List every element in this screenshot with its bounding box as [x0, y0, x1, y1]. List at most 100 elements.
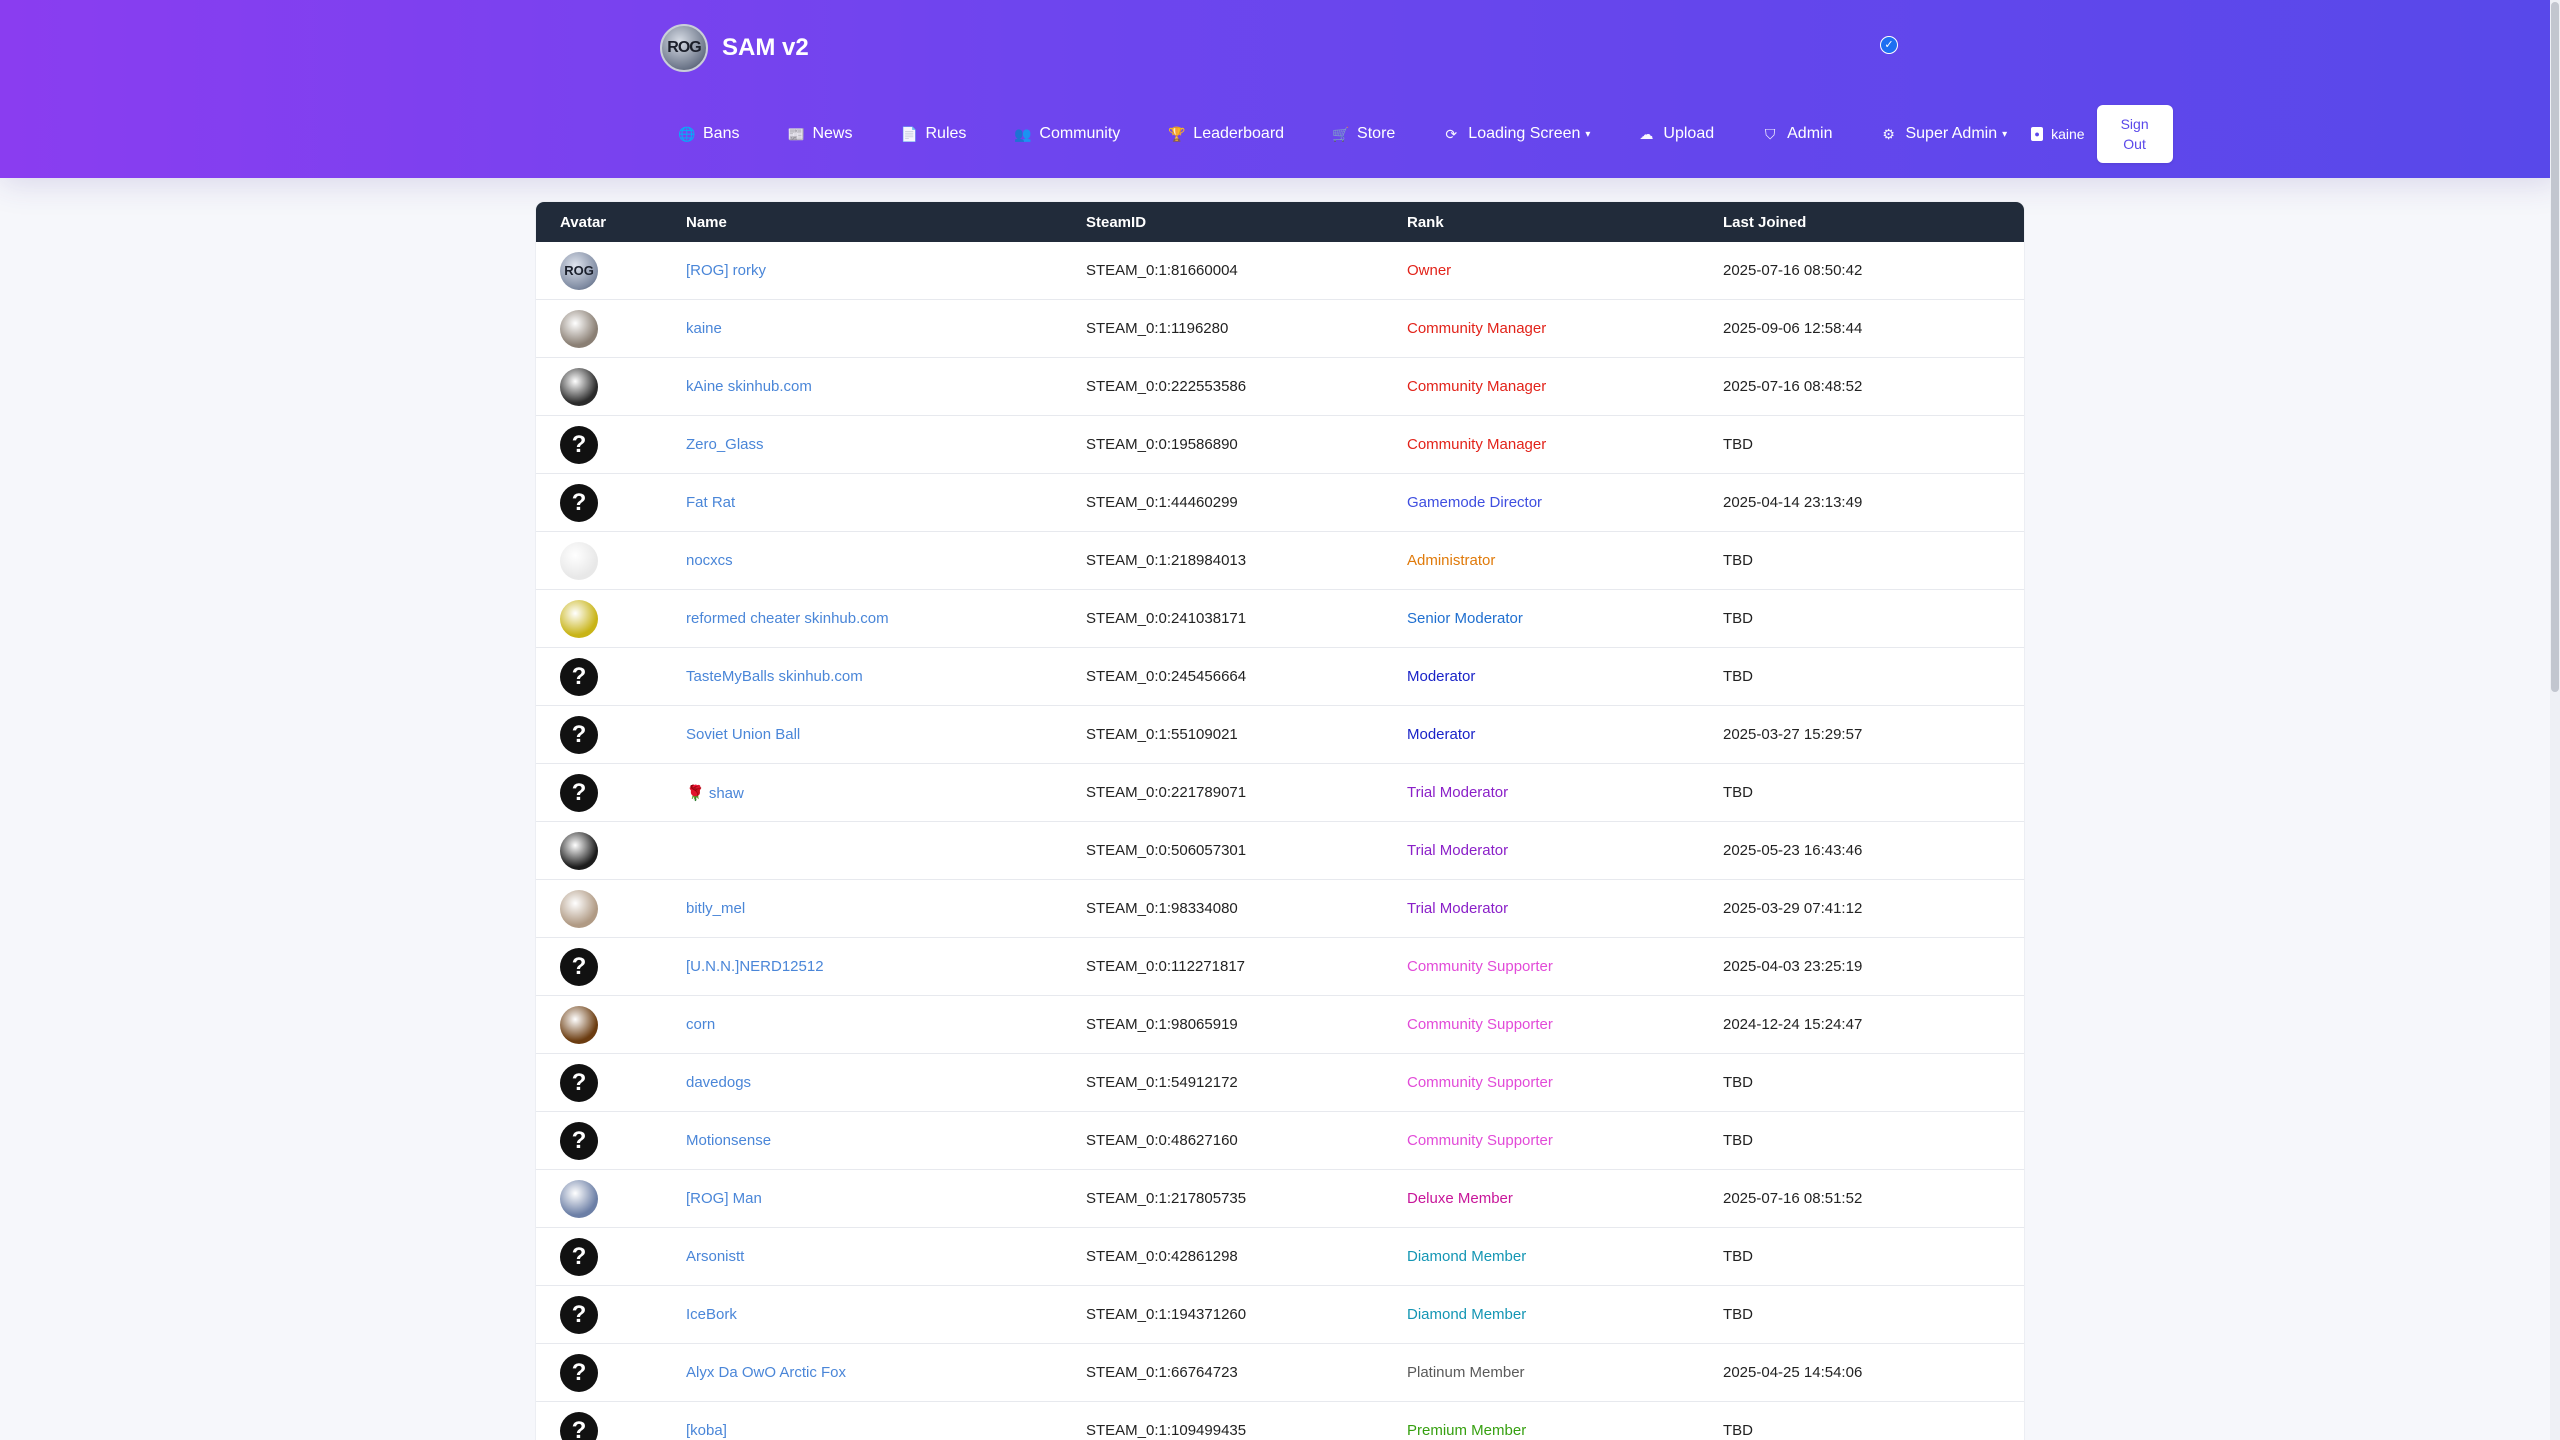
- table-row[interactable]: reformed cheater skinhub.com STEAM_0:0:24…: [536, 590, 2024, 648]
- table-row[interactable]: ? Arsonistt STEAM_0:0:42861298 Diamond Memb…: [536, 1228, 2024, 1286]
- default-avatar-icon[interactable]: ?: [560, 657, 598, 696]
- table-row[interactable]: ? Zero_Glass STEAM_0:0:19586890 Community M…: [536, 416, 2024, 474]
- name-cell: kaine: [686, 320, 1086, 337]
- verified-check-icon: ✓: [1880, 36, 1898, 54]
- default-avatar-icon[interactable]: ?: [560, 425, 598, 464]
- avatar[interactable]: [560, 831, 598, 870]
- avatar-cell: [536, 889, 686, 928]
- rank-cell: Community Manager: [1407, 436, 1547, 453]
- rank-cell: Premium Member: [1407, 1422, 1527, 1439]
- table-row[interactable]: kAine skinhub.com STEAM_0:0:222553586 Comm…: [536, 358, 2024, 416]
- nav-upload[interactable]: ☁ Upload: [1614, 104, 1738, 164]
- player-name-link[interactable]: Alyx Da OwO Arctic Fox: [686, 1364, 846, 1381]
- avatar[interactable]: [560, 599, 598, 638]
- player-name-link[interactable]: Arsonistt: [686, 1248, 744, 1265]
- avatar[interactable]: [560, 367, 598, 406]
- rank-cell: Community Supporter: [1407, 1132, 1553, 1149]
- player-name-link[interactable]: [ROG] Man: [686, 1190, 762, 1207]
- avatar[interactable]: ROG: [560, 251, 598, 290]
- table-body: ROG [ROG] rorky STEAM_0:1:81660004 Owner 202…: [536, 242, 2024, 1440]
- nav-super-admin[interactable]: ⚙ Super Admin ▾: [1856, 104, 2031, 164]
- table-row[interactable]: ? davedogs STEAM_0:1:54912172 Community Sup…: [536, 1054, 2024, 1112]
- player-name-link[interactable]: nocxcs: [686, 552, 733, 569]
- player-name-link[interactable]: [ROG] rorky: [686, 262, 766, 279]
- player-name-link[interactable]: ⁠⁠⁠⁠⁠⁠⁠⁠⁠⁠⁠⁠⁠⁠⁠⁠⁠⁠⁠⁠⁠⁠⁠⁠⁠⁠⁠⁠⁠⁠⁠⁠⁠⁠⁠⁠⁠⁠⁠⁠…: [686, 842, 782, 859]
- avatar[interactable]: [560, 889, 598, 928]
- table-row[interactable]: ? [U.N.N.]NERD12512 STEAM_0:0:112271817 Com…: [536, 938, 2024, 996]
- player-name-link[interactable]: Zero_Glass: [686, 436, 764, 453]
- avatar-cell: ?: [536, 1295, 686, 1334]
- default-avatar-icon[interactable]: ?: [560, 483, 598, 522]
- table-row[interactable]: ? [koba] STEAM_0:1:109499435 Premium Member…: [536, 1402, 2024, 1440]
- player-name-link[interactable]: reformed cheater skinhub.com: [686, 610, 889, 627]
- player-name-link[interactable]: kAine skinhub.com: [686, 378, 812, 395]
- nav-bans[interactable]: 🌐 Bans: [678, 104, 763, 164]
- default-avatar-icon[interactable]: ?: [560, 947, 598, 986]
- player-name-link[interactable]: Soviet Union Ball: [686, 726, 800, 743]
- scrollbar-thumb[interactable]: [2551, 2, 2559, 692]
- last-joined-cell: 2025-07-16 08:50:42: [1723, 262, 1863, 279]
- player-name-link[interactable]: [U.N.N.]NERD12512: [686, 958, 824, 975]
- player-name-link[interactable]: bitly_mel: [686, 900, 745, 917]
- player-name-link[interactable]: davedogs: [686, 1074, 751, 1091]
- avatar[interactable]: [560, 1005, 598, 1044]
- nav-community[interactable]: 👥 Community: [990, 104, 1144, 164]
- player-name-link[interactable]: corn: [686, 1016, 715, 1033]
- default-avatar-icon[interactable]: ?: [560, 1237, 598, 1276]
- table-row[interactable]: kaine STEAM_0:1:1196280 Community Manager 2…: [536, 300, 2024, 358]
- avatar[interactable]: [560, 309, 598, 348]
- table-row[interactable]: ? Motionsense STEAM_0:0:48627160 Community …: [536, 1112, 2024, 1170]
- table-row[interactable]: ? Alyx Da OwO Arctic Fox STEAM_0:1:6676472…: [536, 1344, 2024, 1402]
- default-avatar-icon[interactable]: ?: [560, 1353, 598, 1392]
- rank-cell: Community Manager: [1407, 378, 1547, 395]
- default-avatar-icon[interactable]: ?: [560, 1411, 598, 1440]
- default-avatar-icon[interactable]: ?: [560, 715, 598, 754]
- table-row[interactable]: ? IceBork STEAM_0:1:194371260 Diamond Membe…: [536, 1286, 2024, 1344]
- nav-loading-screen[interactable]: ⟳ Loading Screen ▾: [1419, 104, 1614, 164]
- player-name-link[interactable]: 🌹 shaw: [686, 785, 744, 802]
- table-row[interactable]: ROG [ROG] rorky STEAM_0:1:81660004 Owner 202…: [536, 242, 2024, 300]
- table-row[interactable]: [ROG] Man STEAM_0:1:217805735 Deluxe Membe…: [536, 1170, 2024, 1228]
- name-cell: Arsonistt: [686, 1248, 1086, 1265]
- steamid-cell: STEAM_0:1:98334080: [1086, 900, 1238, 917]
- table-row[interactable]: nocxcs STEAM_0:1:218984013 Administrator TB…: [536, 532, 2024, 590]
- rank-cell: Moderator: [1407, 668, 1476, 685]
- table-row[interactable]: corn STEAM_0:1:98065919 Community Supporte…: [536, 996, 2024, 1054]
- steamid-cell: STEAM_0:0:245456664: [1086, 668, 1247, 685]
- player-name-link[interactable]: [koba]: [686, 1422, 727, 1439]
- brand[interactable]: ROG SAM v2: [660, 24, 809, 72]
- nav-leaderboard[interactable]: 🏆 Leaderboard: [1144, 104, 1308, 164]
- user-badge-icon: ●: [2031, 127, 2044, 141]
- avatar[interactable]: [560, 541, 598, 580]
- player-name-link[interactable]: IceBork: [686, 1306, 737, 1323]
- table-row[interactable]: ⁠⁠⁠⁠⁠⁠⁠⁠⁠⁠⁠⁠⁠⁠⁠⁠⁠⁠⁠⁠⁠⁠⁠⁠⁠⁠⁠⁠⁠⁠⁠⁠⁠⁠⁠⁠⁠⁠⁠⁠…: [536, 822, 2024, 880]
- player-name-link[interactable]: Fat Rat: [686, 494, 735, 511]
- name-cell: TasteMyBalls skinhub.com: [686, 668, 1086, 685]
- player-name-link[interactable]: kaine: [686, 320, 722, 337]
- default-avatar-icon[interactable]: ?: [560, 1063, 598, 1102]
- rank-cell: Community Supporter: [1407, 1016, 1553, 1033]
- col-name-header: Name: [686, 213, 727, 231]
- name-cell: bitly_mel: [686, 900, 1086, 917]
- default-avatar-icon[interactable]: ?: [560, 1295, 598, 1334]
- nav-admin[interactable]: ⛉ Admin: [1738, 104, 1856, 164]
- table-row[interactable]: ? TasteMyBalls skinhub.com STEAM_0:0:24545…: [536, 648, 2024, 706]
- page-scrollbar[interactable]: [2550, 0, 2560, 1440]
- table-row[interactable]: ? Soviet Union Ball STEAM_0:1:55109021 Mode…: [536, 706, 2024, 764]
- nav-label: Rules: [925, 125, 967, 142]
- table-row[interactable]: ? 🌹 shaw STEAM_0:0:221789071 Trial Moderato…: [536, 764, 2024, 822]
- player-name-link[interactable]: Motionsense: [686, 1132, 771, 1149]
- nav-store[interactable]: 🛒 Store: [1308, 104, 1419, 164]
- nav-news[interactable]: 📰 News: [763, 104, 876, 164]
- current-user[interactable]: ● kaine: [2031, 126, 2096, 142]
- sign-out-button[interactable]: Sign Out: [2096, 105, 2173, 163]
- nav-rules[interactable]: 📄 Rules: [876, 104, 990, 164]
- avatar[interactable]: [560, 1179, 598, 1218]
- site-title[interactable]: SAM v2: [722, 34, 809, 62]
- default-avatar-icon[interactable]: ?: [560, 773, 598, 812]
- default-avatar-icon[interactable]: ?: [560, 1121, 598, 1160]
- last-joined-cell: 2025-04-25 14:54:06: [1723, 1364, 1863, 1381]
- player-name-link[interactable]: TasteMyBalls skinhub.com: [686, 668, 863, 685]
- table-row[interactable]: ? Fat Rat STEAM_0:1:44460299 Gamemode Direc…: [536, 474, 2024, 532]
- table-row[interactable]: bitly_mel STEAM_0:1:98334080 Trial Moderat…: [536, 880, 2024, 938]
